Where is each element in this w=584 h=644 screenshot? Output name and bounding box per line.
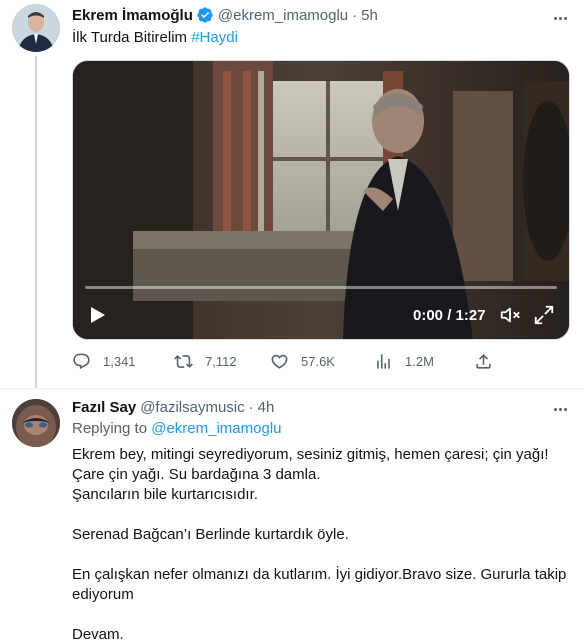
separator-dot: · — [352, 6, 358, 24]
like-count: 57.6K — [301, 354, 335, 369]
reply-count: 1,341 — [103, 354, 136, 369]
reply-tweet: Fazıl Say @fazilsaymusic · 4h Replying t… — [0, 388, 584, 644]
tweet-header: Ekrem İmamoğlu @ekrem_imamoglu · 5h — [72, 6, 378, 24]
reply-text: Ekrem bey, mitingi seyrediyorum, sesiniz… — [72, 445, 572, 644]
more-dots-icon[interactable] — [550, 399, 570, 419]
reply-text-line: En çalışkan nefer olmanızı da kutlarım. … — [72, 566, 567, 583]
video-progress-bar[interactable] — [85, 286, 557, 289]
replying-to-handle-link[interactable]: @ekrem_imamoglu — [151, 420, 281, 437]
retweet-button[interactable]: 7,112 — [174, 352, 237, 371]
original-tweet: Ekrem İmamoğlu @ekrem_imamoglu · 5h İlk … — [0, 0, 584, 388]
reply-text-line: Şancıların bile kurtarıcısıdır. — [72, 486, 258, 503]
video-frame — [73, 61, 569, 339]
hashtag-link[interactable]: #Haydi — [191, 29, 238, 46]
heart-icon — [271, 354, 288, 369]
play-icon[interactable] — [87, 305, 107, 325]
reply-text-line: Ekrem bey, mitingi seyrediyorum, sesiniz… — [72, 446, 549, 463]
replying-to-label: Replying to — [72, 420, 148, 437]
author-name[interactable]: Ekrem İmamoğlu — [72, 7, 193, 24]
tweet-header: Fazıl Say @fazilsaymusic · 4h — [72, 399, 274, 416]
tweet-text: İlk Turda Bitirelim #Haydi — [72, 28, 238, 48]
avatar[interactable] — [12, 399, 60, 447]
retweet-count: 7,112 — [205, 354, 237, 369]
reply-text-line: Devam. — [72, 626, 124, 643]
separator-dot: · — [248, 399, 254, 416]
author-handle[interactable]: @fazilsaymusic — [140, 399, 244, 416]
line-gap — [72, 505, 572, 525]
video-player[interactable]: 0:00 / 1:27 — [72, 60, 570, 340]
tweet-text-body: İlk Turda Bitirelim — [72, 29, 188, 46]
line-gap — [72, 545, 572, 565]
reply-text-line: ediyorum — [72, 586, 134, 603]
like-button[interactable]: 57.6K — [270, 352, 335, 371]
reply-text-line: Çare çin yağı. Su bardağına 3 damla. — [72, 466, 321, 483]
verified-badge-icon — [196, 6, 214, 24]
thread-connector-line — [35, 56, 37, 388]
video-timecode: 0:00 / 1:27 — [413, 307, 486, 324]
share-button[interactable] — [474, 352, 505, 371]
view-count: 1.2M — [405, 354, 434, 369]
more-dots-icon[interactable] — [550, 8, 570, 28]
muted-speaker-icon[interactable] — [499, 304, 521, 326]
timestamp[interactable]: 5h — [361, 7, 378, 24]
fullscreen-icon[interactable] — [533, 304, 555, 326]
avatar[interactable] — [12, 4, 60, 52]
tweet-actions: 1,341 7,112 57.6K 1.2M — [72, 352, 512, 376]
retweet-icon — [174, 355, 193, 368]
views-bar-chart-icon — [377, 354, 390, 369]
line-gap — [72, 605, 572, 625]
views-button[interactable]: 1.2M — [374, 352, 434, 371]
reply-button[interactable]: 1,341 — [72, 352, 136, 371]
reply-text-line: Serenad Bağcan’ı Berlinde kurtardık öyle… — [72, 526, 349, 543]
reply-bubble-icon — [73, 353, 90, 370]
share-upload-icon — [476, 354, 491, 369]
timestamp[interactable]: 4h — [258, 399, 275, 416]
author-name[interactable]: Fazıl Say — [72, 399, 136, 416]
replying-to: Replying to @ekrem_imamoglu — [72, 420, 282, 437]
author-handle[interactable]: @ekrem_imamoglu — [218, 7, 348, 24]
